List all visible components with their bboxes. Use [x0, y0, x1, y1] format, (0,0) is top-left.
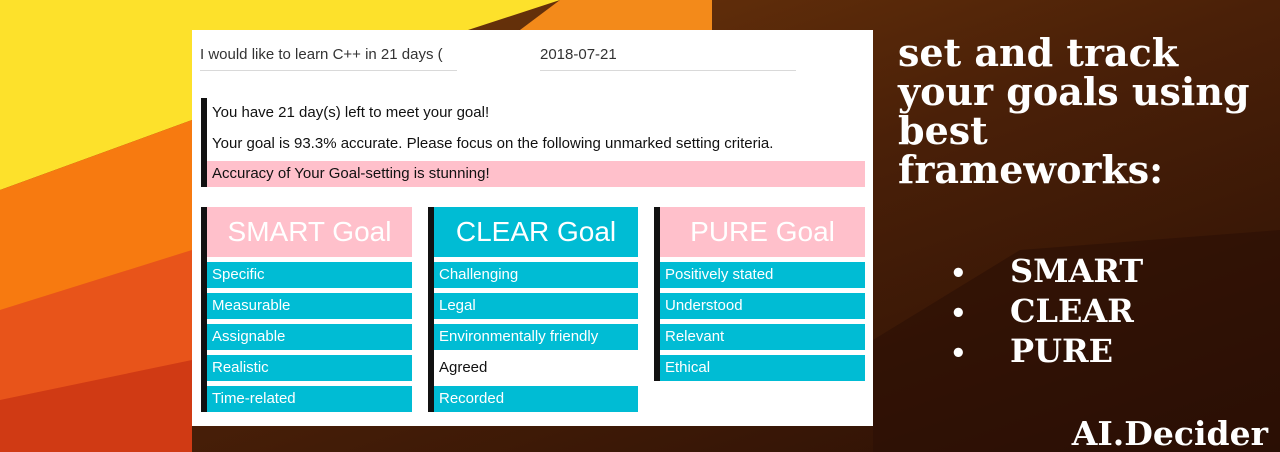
criterion-environmentally-friendly[interactable]: Environmentally friendly	[434, 324, 638, 350]
clear-framework: CLEAR Goal Challenging Legal Environment…	[428, 207, 638, 412]
criterion-measurable[interactable]: Measurable	[207, 293, 412, 319]
clear-title: CLEAR Goal	[434, 207, 638, 257]
promo-list-label: PURE	[1010, 332, 1113, 370]
brand-logo-text: AI.Decider	[1071, 414, 1268, 452]
criterion-specific[interactable]: Specific	[207, 262, 412, 288]
criterion-challenging[interactable]: Challenging	[434, 262, 638, 288]
bullet-icon: •	[950, 299, 967, 329]
smart-criteria-list: Specific Measurable Assignable Realistic…	[207, 262, 412, 412]
promo-list-item: • PURE	[950, 331, 1143, 371]
accuracy-message: Your goal is 93.3% accurate. Please focu…	[212, 135, 774, 152]
promo-headline: set and track your goals using best fram…	[898, 33, 1278, 189]
bullet-icon: •	[950, 339, 967, 369]
pure-title: PURE Goal	[660, 207, 865, 257]
feedback-box: You have 21 day(s) left to meet your goa…	[201, 98, 865, 187]
criterion-time-related[interactable]: Time-related	[207, 386, 412, 412]
bullet-icon: •	[950, 259, 967, 289]
goal-panel: I would like to learn C++ in 21 days ( 2…	[192, 30, 873, 426]
goal-text-input[interactable]: I would like to learn C++ in 21 days (	[200, 42, 457, 71]
promo-framework-list: • SMART • CLEAR • PURE	[950, 251, 1143, 371]
smart-title: SMART Goal	[207, 207, 412, 257]
promo-list-item: • CLEAR	[950, 291, 1143, 331]
criterion-ethical[interactable]: Ethical	[660, 355, 865, 381]
criterion-legal[interactable]: Legal	[434, 293, 638, 319]
criterion-assignable[interactable]: Assignable	[207, 324, 412, 350]
promo-list-label: SMART	[1010, 252, 1144, 290]
due-date-input[interactable]: 2018-07-21	[540, 42, 796, 71]
promo-headline-line: best	[898, 108, 988, 153]
promo-headline-line: your goals using	[898, 69, 1250, 114]
criterion-understood[interactable]: Understood	[660, 293, 865, 319]
criterion-recorded[interactable]: Recorded	[434, 386, 638, 412]
pure-framework: PURE Goal Positively stated Understood R…	[654, 207, 865, 381]
promo-list-label: CLEAR	[1010, 292, 1134, 330]
promo-headline-line: set and track	[898, 30, 1179, 75]
smart-framework: SMART Goal Specific Measurable Assignabl…	[201, 207, 412, 412]
days-left-message: You have 21 day(s) left to meet your goa…	[212, 104, 490, 121]
criterion-agreed[interactable]: Agreed	[434, 355, 638, 381]
promo-headline-line: frameworks:	[898, 147, 1164, 192]
promo-list-item: • SMART	[950, 251, 1143, 291]
pure-criteria-list: Positively stated Understood Relevant Et…	[660, 262, 865, 381]
criterion-realistic[interactable]: Realistic	[207, 355, 412, 381]
criterion-positively-stated[interactable]: Positively stated	[660, 262, 865, 288]
clear-criteria-list: Challenging Legal Environmentally friend…	[434, 262, 638, 412]
criterion-relevant[interactable]: Relevant	[660, 324, 865, 350]
praise-message: Accuracy of Your Goal-setting is stunnin…	[207, 161, 865, 187]
